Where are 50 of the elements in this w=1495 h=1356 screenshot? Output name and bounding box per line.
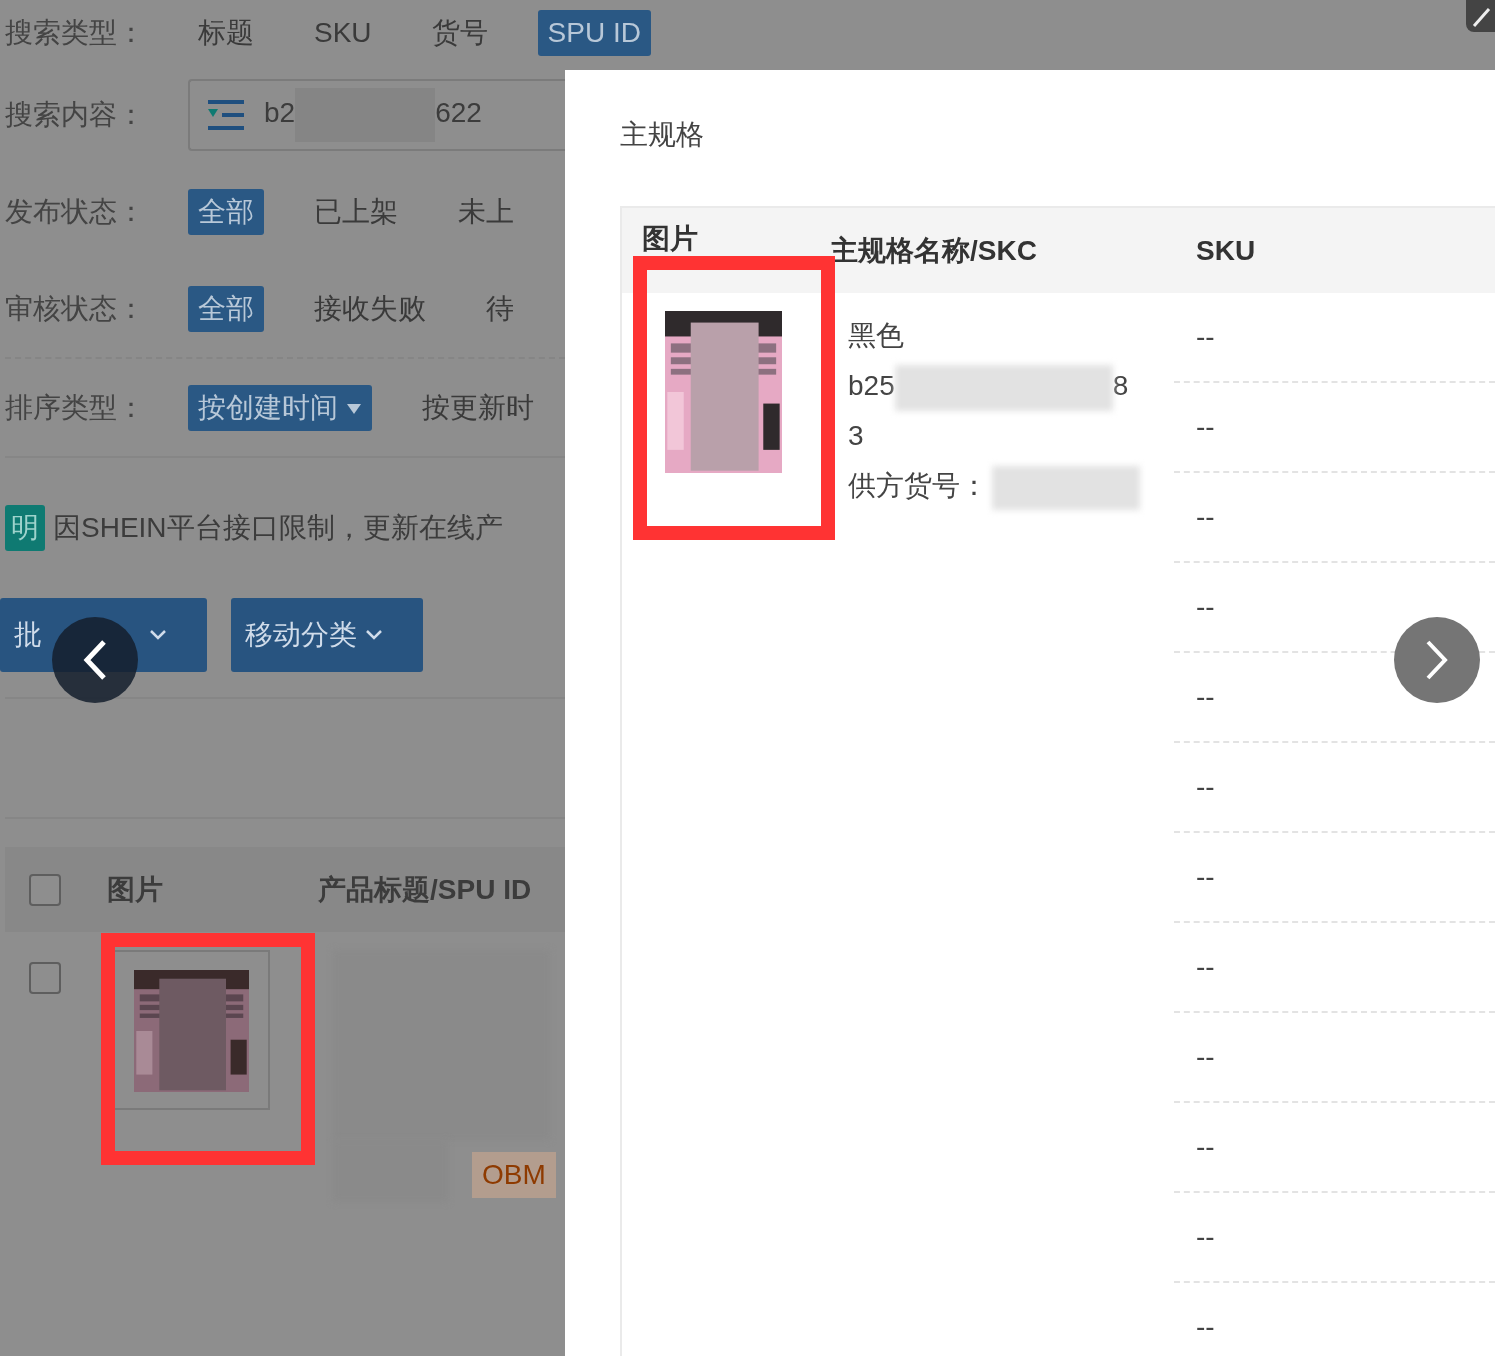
filter-option[interactable]: SKU: [304, 10, 382, 56]
filter-option[interactable]: 按创建时间: [188, 384, 372, 431]
checkbox[interactable]: [29, 873, 61, 906]
column-header: 图片: [641, 222, 699, 256]
field-value: b2 622: [264, 87, 482, 142]
dialog-title: 主规格: [620, 118, 705, 152]
chevron-left-icon: [82, 639, 108, 681]
table-cell: --: [1174, 473, 1495, 563]
filter-option[interactable]: 货号: [421, 10, 498, 56]
chevron-right-icon: [1424, 639, 1450, 681]
filter-option[interactable]: 标题: [188, 10, 264, 56]
variant-text: 黑色: [848, 319, 905, 353]
table-cell: --: [1174, 383, 1495, 473]
search-field[interactable]: b2 622: [188, 78, 568, 151]
table-cell: --: [1174, 293, 1495, 383]
filter-label: 搜索类型：: [5, 16, 146, 50]
checkbox[interactable]: [29, 962, 61, 994]
list-icon: [206, 98, 246, 131]
filter-option[interactable]: 未上: [448, 188, 524, 235]
table-cell: --: [1174, 1283, 1495, 1356]
variant-text: 3: [848, 419, 865, 453]
notice-text: 因SHEIN平台接口限制，更新在线产: [53, 511, 503, 545]
filter-option[interactable]: 全部: [188, 285, 264, 332]
filter-option[interactable]: 待: [476, 285, 524, 332]
variant-text: 供方货号：: [848, 461, 1174, 511]
close-icon: [1471, 5, 1491, 30]
table-cell: --: [1174, 923, 1495, 1013]
chevron-down-icon: [149, 629, 167, 641]
filter-option[interactable]: 已上架: [304, 188, 408, 235]
table-cell: --: [1174, 1103, 1495, 1193]
action-button[interactable]: 移动分类: [231, 598, 423, 672]
column-header: 产品标题/SPU ID: [318, 872, 532, 907]
filter-label: 发布状态：: [5, 194, 146, 229]
table-cell: --: [1174, 1193, 1495, 1283]
filter-label: 排序类型：: [5, 390, 146, 425]
table-cell: --: [1174, 833, 1495, 923]
column-header: SKU: [1195, 233, 1256, 268]
filter-option[interactable]: 接收失败: [304, 285, 436, 332]
table-cell: --: [1174, 1013, 1495, 1103]
filter-option[interactable]: 全部: [188, 188, 264, 235]
caret-icon: [345, 403, 362, 416]
filter-label: 审核状态：: [5, 291, 146, 326]
chevron-down-icon: [365, 629, 383, 641]
filter-option[interactable]: 按更新时: [411, 384, 544, 431]
tag-label: OBM: [472, 1152, 556, 1198]
filter-label: 搜索内容：: [5, 97, 146, 132]
table-cell: --: [1174, 743, 1495, 833]
filter-option[interactable]: SPU ID: [537, 10, 651, 56]
column-header: 图片: [107, 872, 163, 907]
notice-badge: 明: [5, 505, 45, 551]
